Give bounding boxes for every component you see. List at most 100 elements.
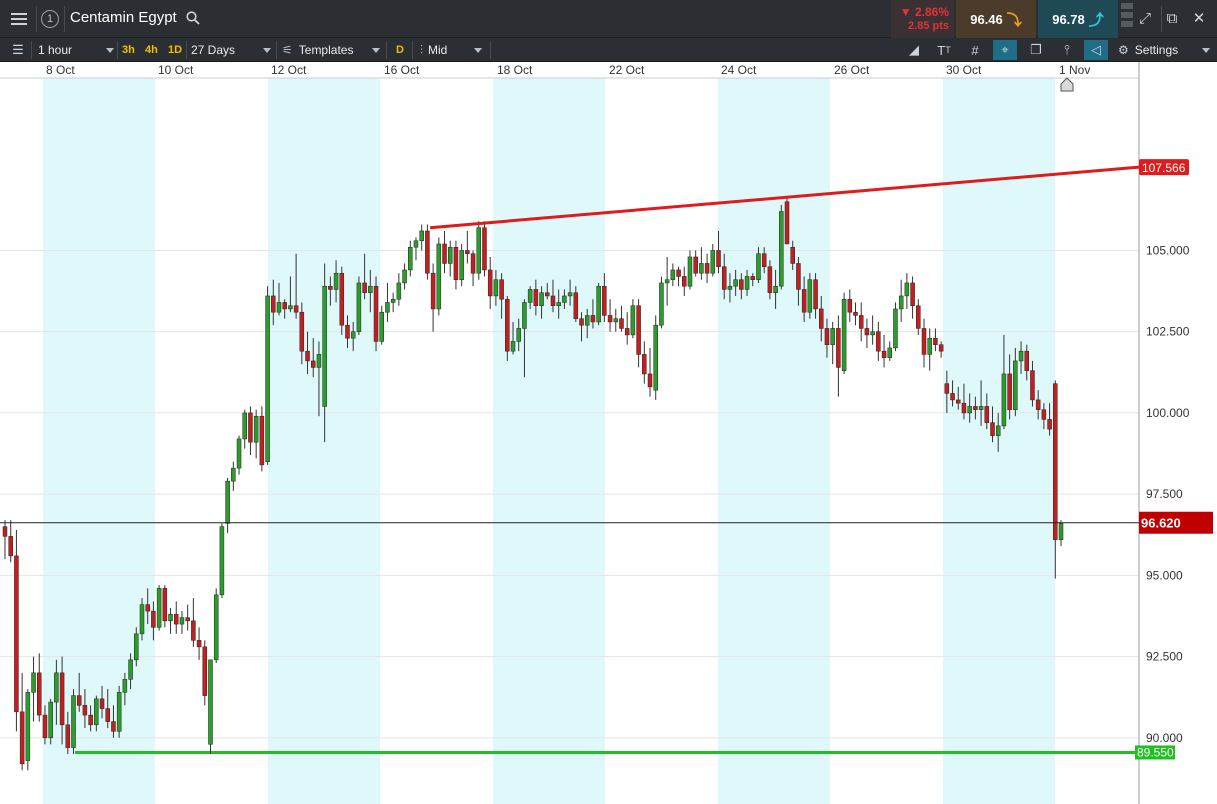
candle-body — [385, 302, 390, 313]
price-chart[interactable]: 8 Oct 10 Oct 12 Oct 16 Oct 18 Oct 22 Oct 24 Oc… — [0, 62, 1217, 804]
candle-body — [830, 328, 835, 345]
candle-body — [624, 328, 630, 336]
crosshair-icon[interactable]: ⌖ — [993, 40, 1017, 60]
candle-body — [687, 256, 693, 287]
candle-body — [402, 269, 407, 284]
candle-body — [350, 331, 356, 339]
price-tag-icon[interactable]: ◁ — [1084, 40, 1108, 60]
expand-icon[interactable]: ⤢ — [1136, 10, 1154, 28]
x-tick-label: 10 Oct — [158, 63, 194, 77]
depth-slider-icon[interactable] — [1121, 3, 1133, 35]
candle-body — [333, 272, 339, 290]
chart-list-icon[interactable]: ☰ — [6, 40, 30, 60]
templates-menu[interactable]: ⚟ Templates — [282, 38, 380, 62]
candle-body — [944, 383, 950, 394]
templates-icon: ⚟ — [282, 43, 293, 57]
instrument-name[interactable]: Centamin Egypt — [70, 9, 177, 26]
candle-body — [419, 230, 424, 241]
event-marker[interactable] — [1060, 77, 1074, 92]
d-toggle-button[interactable]: D — [396, 38, 404, 62]
candle-body — [1047, 419, 1052, 430]
interval-select[interactable]: 1 hour — [38, 38, 114, 62]
weekend-band — [43, 78, 155, 804]
candle-body — [316, 354, 322, 368]
grid-icon[interactable]: # — [963, 40, 987, 60]
candle-body — [716, 250, 721, 267]
x-tick-label: 22 Oct — [609, 63, 645, 77]
candle-body — [682, 276, 687, 287]
candle-body — [573, 292, 579, 319]
candle-body — [436, 243, 442, 310]
candle-body — [71, 695, 76, 748]
search-icon[interactable] — [186, 11, 200, 25]
sell-price-button[interactable]: 96.46 ⤵ — [956, 0, 1036, 38]
candle-body — [25, 692, 31, 761]
candle-body — [459, 250, 464, 280]
chevron-down-icon — [474, 47, 482, 53]
x-tick-label: 24 Oct — [721, 63, 757, 77]
interval-4h-button[interactable]: 4h — [145, 38, 158, 62]
candle-body — [82, 705, 88, 716]
candle-body — [898, 295, 904, 310]
chevron-down-icon — [263, 47, 271, 53]
candle-body — [8, 536, 13, 557]
candle-body — [881, 350, 887, 358]
candle-body — [916, 305, 921, 329]
candle-body — [750, 276, 756, 280]
candle-body — [619, 318, 624, 329]
candle-body — [219, 526, 225, 596]
x-tick-label: 1 Nov — [1059, 63, 1090, 77]
candle-body — [88, 714, 93, 726]
popout-icon[interactable]: ⧉ — [1163, 10, 1181, 28]
candle-body — [208, 659, 213, 745]
candle-body — [790, 246, 795, 264]
candle-body — [864, 328, 870, 336]
close-icon[interactable]: ✕ — [1190, 10, 1208, 28]
candle-body — [567, 292, 573, 297]
text-tool-icon[interactable]: TT — [932, 40, 956, 60]
arrow-down-icon: ⤵ — [1006, 11, 1022, 29]
candle-type-icon[interactable]: ⫯ — [1055, 40, 1079, 60]
divider — [412, 41, 413, 59]
layers-icon[interactable]: ❐ — [1024, 40, 1048, 60]
candle-body — [191, 620, 196, 641]
candle-body — [76, 695, 82, 706]
buy-price-button[interactable]: 96.78 ⤴ — [1038, 0, 1118, 38]
settings-menu[interactable]: ⚙ Settings — [1118, 38, 1210, 62]
range-select[interactable]: 27 Days — [191, 38, 271, 62]
draw-line-icon[interactable]: ◢ — [902, 40, 926, 60]
weekend-band — [268, 78, 380, 804]
candle-body — [904, 282, 910, 297]
hamburger-menu-icon[interactable] — [4, 4, 34, 34]
divider — [276, 41, 277, 59]
candle-body — [271, 295, 276, 313]
candle-body — [539, 292, 544, 306]
interval-3h-button[interactable]: 3h — [122, 38, 135, 62]
templates-label: Templates — [298, 43, 354, 57]
candle-body — [956, 399, 961, 404]
candle-body — [19, 711, 25, 765]
settings-label: Settings — [1134, 43, 1179, 57]
candle-body — [470, 253, 476, 274]
candle-body — [231, 467, 236, 482]
candle-body — [173, 614, 179, 625]
price-type-select[interactable]: ⫶ Mid — [420, 38, 482, 62]
candle-body — [550, 295, 556, 306]
candle-body — [984, 406, 990, 423]
candle-body — [373, 285, 379, 342]
divider — [186, 41, 187, 59]
candle-body — [1018, 350, 1024, 362]
candle-body — [801, 289, 807, 313]
candle-body — [659, 282, 664, 326]
candle-body — [664, 279, 670, 284]
candle-body — [887, 347, 893, 358]
x-tick-label: 16 Oct — [384, 63, 420, 77]
candle-body — [921, 328, 927, 355]
candle-body — [584, 315, 590, 326]
candle-body — [1053, 383, 1058, 540]
window-number-badge[interactable]: 1 — [38, 4, 62, 34]
interval-1d-button[interactable]: 1D — [168, 38, 182, 62]
candle-body — [134, 633, 139, 661]
candle-body — [841, 298, 847, 371]
candle-body — [744, 276, 750, 290]
